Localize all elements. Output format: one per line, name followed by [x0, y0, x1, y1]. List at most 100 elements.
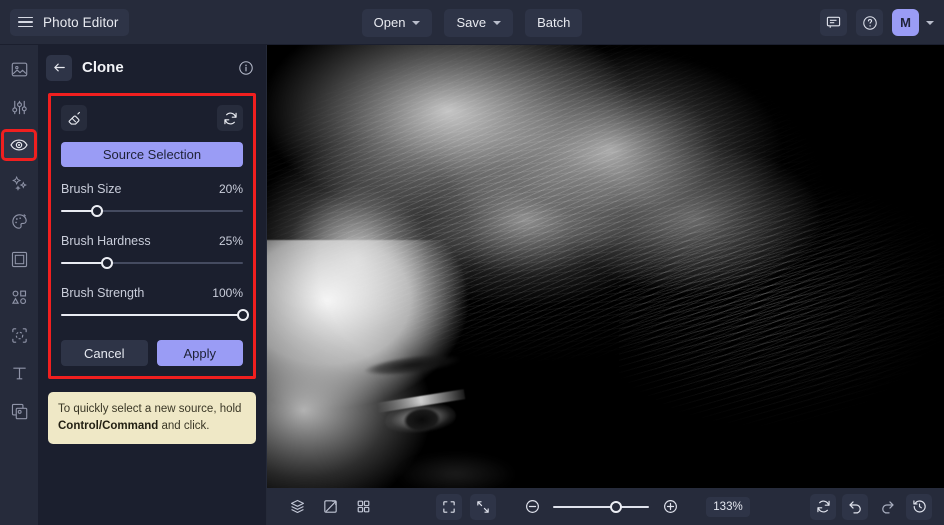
cutout-icon: [11, 327, 27, 343]
rail-item-frame[interactable]: [4, 246, 34, 272]
rail-item-effects[interactable]: [4, 170, 34, 196]
rail-item-overlay[interactable]: [4, 398, 34, 424]
comment-icon: [826, 16, 841, 28]
zoom-controls: 133%: [436, 493, 750, 520]
save-button[interactable]: Save: [444, 8, 514, 37]
save-button-label: Save: [456, 15, 487, 30]
zoom-in-button[interactable]: [657, 494, 683, 520]
slider-fill: [61, 314, 243, 316]
reset-button[interactable]: [217, 105, 243, 131]
app-title: Photo Editor: [43, 14, 119, 30]
zoom-in-icon: [663, 500, 677, 513]
rail-item-shapes[interactable]: [4, 284, 34, 310]
source-selection-button[interactable]: Source Selection: [61, 142, 243, 167]
info-button[interactable]: [238, 60, 254, 76]
overlay-icon: [11, 403, 27, 419]
batch-button[interactable]: Batch: [525, 8, 583, 37]
arrow-left-icon: [53, 63, 65, 72]
tool-panel: Clone Source Selection Brush Size 20% Br…: [38, 45, 267, 525]
zoom-out-icon: [525, 500, 539, 513]
feedback-button[interactable]: [820, 9, 847, 36]
open-button-label: Open: [373, 15, 406, 30]
open-button[interactable]: Open: [361, 8, 433, 37]
history-button[interactable]: [906, 493, 932, 520]
top-right-actions: M: [820, 0, 934, 45]
text-icon: [12, 367, 26, 379]
compare-icon: [323, 500, 337, 513]
slider-knob[interactable]: [237, 309, 249, 321]
brush-size-value: 20%: [218, 182, 243, 196]
clone-tool-row: [61, 105, 243, 131]
slider-knob[interactable]: [91, 205, 104, 217]
cancel-button[interactable]: Cancel: [61, 340, 148, 366]
brush-strength-group: Brush Strength 100%: [61, 286, 249, 323]
rail-item-adjust[interactable]: [4, 94, 34, 120]
compare-button[interactable]: [317, 494, 343, 520]
rail-item-retouch[interactable]: [1, 129, 37, 161]
chevron-down-icon: [493, 20, 502, 25]
zoom-out-button[interactable]: [519, 494, 545, 520]
undo-button[interactable]: [842, 493, 868, 520]
avatar[interactable]: M: [892, 9, 919, 36]
grid-button[interactable]: [350, 494, 376, 520]
chevron-down-icon: [412, 20, 421, 25]
eye-icon: [10, 139, 28, 151]
hint-text-bold: Control/Command: [58, 419, 159, 432]
bottom-left-actions: [284, 494, 376, 520]
slider-knob[interactable]: [100, 257, 113, 269]
brush-strength-slider[interactable]: [61, 307, 249, 323]
palette-icon: [11, 213, 27, 229]
portrait-image: [267, 45, 944, 488]
info-circle-icon: [239, 60, 253, 75]
panel-header: Clone: [38, 45, 266, 90]
bottom-right-actions: [810, 493, 932, 520]
redo-button[interactable]: [874, 494, 900, 520]
left-tool-rail: [0, 45, 38, 525]
hint-tooltip: To quickly select a new source, hold Con…: [48, 392, 256, 445]
layers-button[interactable]: [284, 494, 310, 520]
help-button[interactable]: [856, 9, 883, 36]
rail-item-color[interactable]: [4, 208, 34, 234]
photo-editor-window: Photo Editor Open Save Batch M Clone Sou…: [0, 0, 944, 525]
page-title: Clone: [82, 59, 124, 76]
grid-icon: [357, 500, 369, 513]
brush-size-label: Brush Size: [61, 182, 122, 196]
rail-item-text[interactable]: [4, 360, 34, 386]
shapes-icon: [11, 290, 26, 304]
hamburger-icon: [18, 16, 33, 28]
brush-hardness-value: 25%: [218, 234, 243, 248]
collapse-button[interactable]: [470, 493, 496, 520]
panel-action-row: Cancel Apply: [61, 340, 243, 366]
layers-icon: [290, 499, 304, 514]
eraser-button[interactable]: [61, 105, 87, 131]
brush-size-group: Brush Size 20%: [61, 182, 243, 219]
apply-button[interactable]: Apply: [156, 340, 243, 366]
zoom-level-value[interactable]: 133%: [706, 496, 750, 517]
hint-text-before: To quickly select a new source, hold: [58, 403, 242, 415]
app-menu-button[interactable]: Photo Editor: [10, 8, 129, 36]
chevron-down-icon[interactable]: [926, 20, 934, 25]
zoom-slider-knob[interactable]: [610, 500, 623, 513]
brush-hardness-group: Brush Hardness 25%: [61, 234, 243, 271]
top-center-actions: Open Save Batch: [0, 0, 944, 45]
image-icon: [11, 62, 27, 76]
brush-size-slider[interactable]: [61, 203, 243, 219]
zoom-slider[interactable]: [553, 500, 649, 514]
reset-view-button[interactable]: [810, 493, 836, 520]
batch-button-label: Batch: [537, 15, 571, 30]
brush-strength-label: Brush Strength: [61, 286, 145, 300]
rail-item-image[interactable]: [4, 56, 34, 82]
canvas-viewport[interactable]: [267, 45, 944, 488]
sliders-icon: [11, 100, 27, 114]
history-icon: [912, 500, 926, 513]
undo-icon: [848, 501, 861, 514]
back-button[interactable]: [46, 54, 72, 81]
brush-hardness-label: Brush Hardness: [61, 234, 151, 248]
zoom-slider-track: [553, 505, 649, 508]
rail-item-cutout[interactable]: [4, 322, 34, 348]
vignette: [267, 45, 944, 488]
collapse-icon: [477, 500, 489, 513]
hint-text-after: and click.: [158, 419, 210, 432]
brush-hardness-slider[interactable]: [61, 255, 243, 271]
fit-screen-button[interactable]: [436, 493, 462, 520]
